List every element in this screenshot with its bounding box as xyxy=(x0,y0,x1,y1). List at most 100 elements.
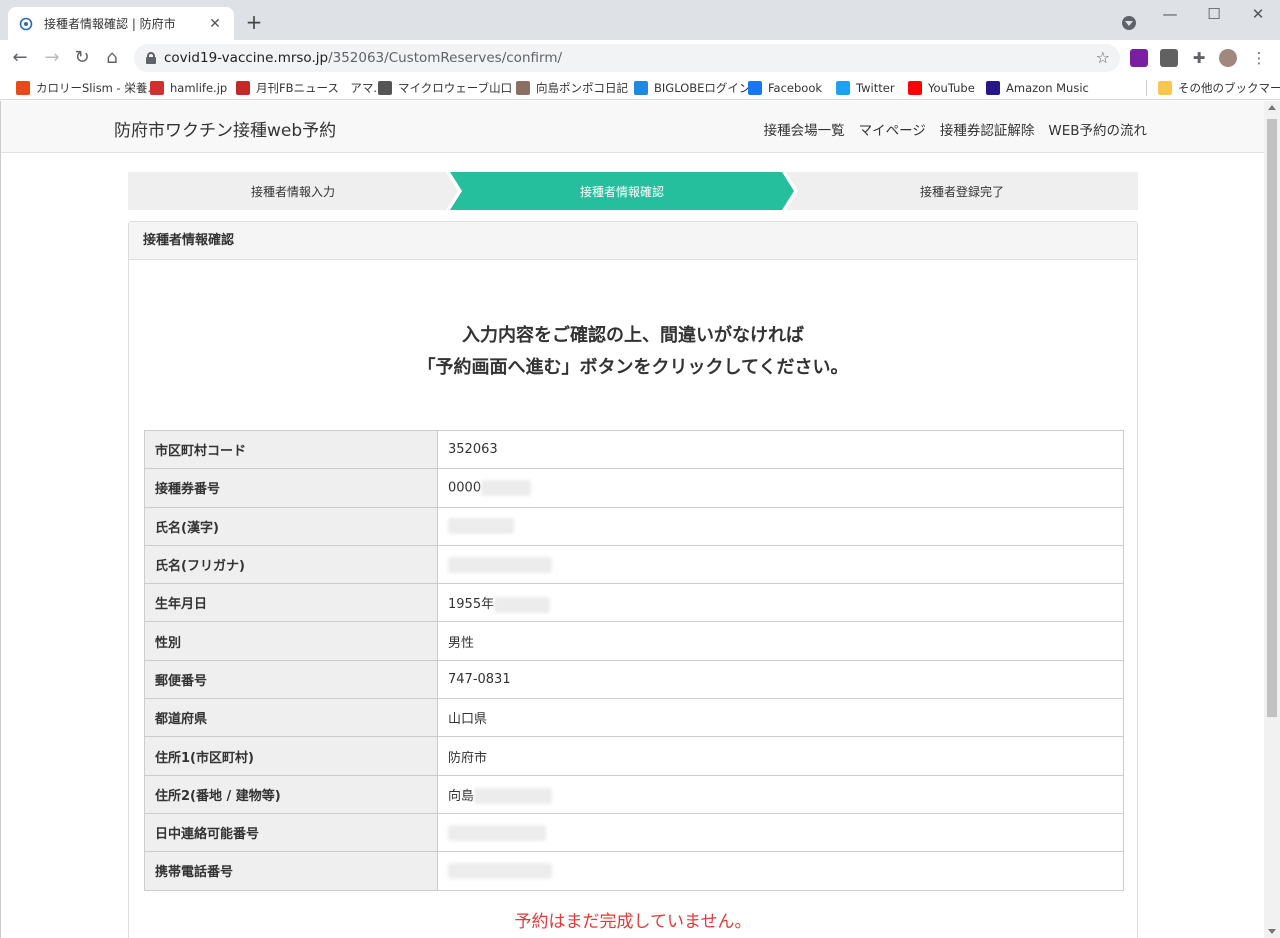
bookmark-item[interactable]: Facebook xyxy=(748,79,822,97)
fb-news-icon xyxy=(236,81,250,95)
extension-icon[interactable] xyxy=(1160,49,1178,67)
address-bar[interactable]: covid19-vaccine.mrso.jp/352063/CustomRes… xyxy=(134,44,1120,72)
bookmark-label: Twitter xyxy=(856,81,895,95)
bookmark-item[interactable]: YouTube xyxy=(908,79,975,97)
confirm-notice: 入力内容をご確認の上、間違いがなければ 「予約画面へ進む」ボタンをクリックしてく… xyxy=(129,320,1137,384)
scroll-thumb[interactable] xyxy=(1267,119,1277,717)
facebook-icon xyxy=(748,81,762,95)
bookmark-label: 向島ポンポコ日記 xyxy=(536,81,628,95)
redacted-value xyxy=(448,862,552,879)
bookmark-item[interactable]: 月刊FBニュース アマ... xyxy=(236,79,384,97)
table-row: 性別 男性 xyxy=(144,621,1124,661)
profile-avatar[interactable] xyxy=(1219,49,1237,67)
redacted-value xyxy=(448,824,546,841)
maximize-button[interactable]: ☐ xyxy=(1192,0,1236,30)
panel-title: 接種者情報確認 xyxy=(129,222,1137,260)
new-tab-button[interactable]: + xyxy=(244,12,264,32)
bookmark-item[interactable]: Twitter xyxy=(836,79,895,97)
page-viewport: 防府市ワクチン接種web予約 接種会場一覧 マイページ 接種券認証解除 WEB予… xyxy=(0,101,1264,938)
bookmarks-separator xyxy=(1146,80,1147,96)
row-label: 住所1(市区町村) xyxy=(144,736,438,776)
nav-flow[interactable]: WEB予約の流れ xyxy=(1048,119,1147,139)
scroll-up-icon[interactable] xyxy=(1268,105,1276,110)
row-value-cell: 0000 xyxy=(437,468,1124,508)
nav-mypage[interactable]: マイページ xyxy=(859,119,926,139)
bookmark-label: Amazon Music xyxy=(1006,81,1089,95)
table-row: 氏名(漢字) xyxy=(144,506,1124,546)
site-header: 防府市ワクチン接種web予約 接種会場一覧 マイページ 接種券認証解除 WEB予… xyxy=(1,101,1264,153)
step-input: 接種者情報入力 xyxy=(128,172,458,210)
onenote-icon[interactable] xyxy=(1130,49,1148,67)
row-value-cell: 男性 xyxy=(437,621,1124,661)
bookmark-label: YouTube xyxy=(928,81,975,95)
tab-close-icon[interactable]: ✕ xyxy=(206,15,224,33)
bookmark-item[interactable]: 向島ポンポコ日記 xyxy=(516,79,628,97)
table-row: 日中連絡可能番号 xyxy=(144,812,1124,853)
home-icon[interactable]: ⌂ xyxy=(100,46,124,70)
table-row: 生年月日 1955年 xyxy=(144,583,1124,623)
row-label: 性別 xyxy=(144,621,438,661)
nav-venues[interactable]: 接種会場一覧 xyxy=(764,119,845,139)
bookmark-item[interactable]: マイクロウェーブ山口 -... xyxy=(378,79,531,97)
close-window-button[interactable]: ✕ xyxy=(1236,0,1280,30)
row-label: 氏名(漢字) xyxy=(144,506,438,546)
bookmark-item[interactable]: BIGLOBEログイン xyxy=(634,79,750,97)
browser-tab[interactable]: 接種者情報確認 | 防府市 ✕ xyxy=(8,7,234,40)
reload-icon[interactable]: ↻ xyxy=(70,46,94,70)
bookmark-item[interactable]: カロリーSlism - 栄養... xyxy=(16,79,158,97)
row-value: 747-0831 xyxy=(448,671,511,687)
table-row: 接種券番号 0000 xyxy=(144,468,1124,508)
row-label: 市区町村コード xyxy=(144,429,438,470)
row-value-cell xyxy=(437,812,1124,853)
row-label: 氏名(フリガナ) xyxy=(144,544,438,585)
row-value-cell: 山口県 xyxy=(437,698,1124,738)
row-label: 生年月日 xyxy=(144,583,438,623)
page-scrollbar[interactable] xyxy=(1264,101,1280,938)
bookmark-label: 月刊FBニュース アマ... xyxy=(256,81,385,95)
forward-icon[interactable]: → xyxy=(40,46,64,70)
back-icon[interactable]: ← xyxy=(8,46,32,70)
hamlife-icon xyxy=(150,81,164,95)
other-bookmarks[interactable]: その他のブックマーク xyxy=(1158,79,1280,97)
row-label: 携帯電話番号 xyxy=(144,851,438,891)
bookmark-item[interactable]: hamlife.jp xyxy=(150,79,227,97)
pompoko-icon xyxy=(516,81,530,95)
registrant-table: 市区町村コード 352063 接種券番号 0000 氏名(漢字) 氏名(フリガナ) 生年月日… xyxy=(144,429,1124,891)
tab-search-icon[interactable] xyxy=(1122,16,1136,30)
bookmark-label: カロリーSlism - 栄養... xyxy=(36,81,159,95)
row-value: 向島 xyxy=(448,788,475,804)
site-brand[interactable]: 防府市ワクチン接種web予約 xyxy=(114,116,336,141)
minimize-button[interactable]: — xyxy=(1148,0,1192,30)
puzzle-icon[interactable]: ✚ xyxy=(1190,49,1208,67)
youtube-icon xyxy=(908,81,922,95)
row-value-cell: 防府市 xyxy=(437,736,1124,776)
row-label: 接種券番号 xyxy=(144,468,438,508)
scroll-down-icon[interactable] xyxy=(1268,929,1276,934)
redacted-value xyxy=(481,479,532,496)
bookmark-star-icon[interactable]: ☆ xyxy=(1096,48,1110,67)
menu-icon[interactable]: ⋮ xyxy=(1250,49,1268,67)
row-label: 日中連絡可能番号 xyxy=(144,812,438,853)
lock-icon[interactable] xyxy=(146,52,156,64)
browser-toolbar: ← → ↻ ⌂ covid19-vaccine.mrso.jp/352063/C… xyxy=(0,40,1280,76)
bookmark-label: Facebook xyxy=(768,81,823,95)
bookmark-item[interactable]: Amazon Music xyxy=(986,79,1089,97)
redacted-value xyxy=(448,556,552,573)
table-row: 住所1(市区町村) 防府市 xyxy=(144,736,1124,776)
site-favicon-icon xyxy=(18,16,34,32)
table-row: 都道府県 山口県 xyxy=(144,698,1124,738)
row-value: 352063 xyxy=(448,442,498,458)
row-value-cell: 352063 xyxy=(437,429,1124,470)
bookmark-label: マイクロウェーブ山口 -... xyxy=(398,81,531,95)
row-label: 都道府県 xyxy=(144,698,438,738)
row-value: 山口県 xyxy=(448,712,488,728)
nav-unlink[interactable]: 接種券認証解除 xyxy=(940,119,1035,139)
tab-strip: 接種者情報確認 | 防府市 ✕ + — ☐ ✕ xyxy=(0,0,1280,40)
notice-line-1: 入力内容をご確認の上、間違いがなければ xyxy=(462,325,804,346)
table-row: 携帯電話番号 xyxy=(144,851,1124,891)
incomplete-warning: 予約はまだ完成していません。 xyxy=(514,912,752,932)
bookmarks-bar: その他のブックマーク カロリーSlism - 栄養... hamlife.jp 月刊… xyxy=(0,76,1280,100)
row-value-cell: 1955年 xyxy=(437,583,1124,623)
site-nav: 接種会場一覧 マイページ 接種券認証解除 WEB予約の流れ xyxy=(764,119,1147,139)
step-confirm-active: 接種者情報確認 xyxy=(450,172,794,210)
